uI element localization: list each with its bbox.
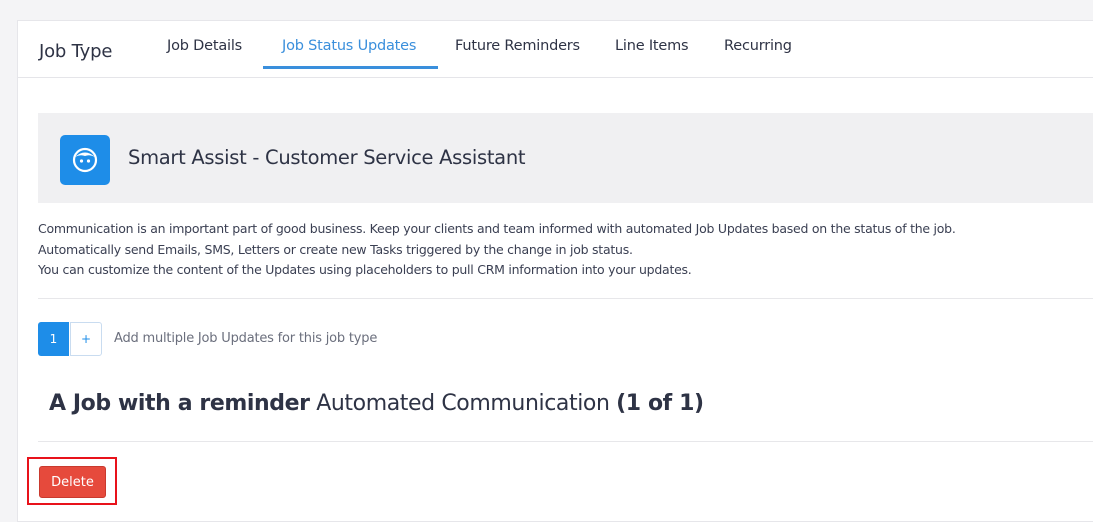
page-title: Job Type — [39, 41, 113, 62]
description-line: Communication is an important part of go… — [38, 221, 956, 236]
robot-face-icon — [60, 135, 110, 185]
pagination-hint: Add multiple Job Updates for this job ty… — [114, 331, 378, 346]
tab-recurring[interactable]: Recurring — [724, 38, 792, 54]
update-count: (1 of 1) — [616, 391, 704, 416]
update-name: A Job with a reminder — [49, 391, 310, 416]
update-page-1-button[interactable]: 1 — [38, 322, 69, 356]
active-tab-indicator — [263, 66, 438, 69]
update-section-heading: A Job with a reminder Automated Communic… — [49, 391, 704, 416]
divider — [38, 298, 1093, 299]
description-text: Communication is an important part of go… — [38, 219, 956, 281]
delete-button[interactable]: Delete — [39, 466, 106, 498]
tab-future-reminders[interactable]: Future Reminders — [455, 38, 580, 54]
tab-job-details[interactable]: Job Details — [167, 38, 242, 54]
update-label: Automated Communication — [316, 391, 610, 416]
tab-bar: Job Type Job Details Job Status Updates … — [18, 21, 1093, 78]
description-line: You can customize the content of the Upd… — [38, 262, 692, 277]
divider — [38, 441, 1093, 442]
tab-job-status-updates[interactable]: Job Status Updates — [282, 38, 416, 54]
job-type-panel: Job Type Job Details Job Status Updates … — [17, 20, 1093, 522]
tab-line-items[interactable]: Line Items — [615, 38, 689, 54]
smart-assist-banner: Smart Assist - Customer Service Assistan… — [38, 113, 1093, 203]
add-update-button[interactable]: + — [70, 322, 102, 356]
description-line: Automatically send Emails, SMS, Letters … — [38, 241, 633, 257]
smart-assist-title: Smart Assist - Customer Service Assistan… — [128, 146, 526, 169]
